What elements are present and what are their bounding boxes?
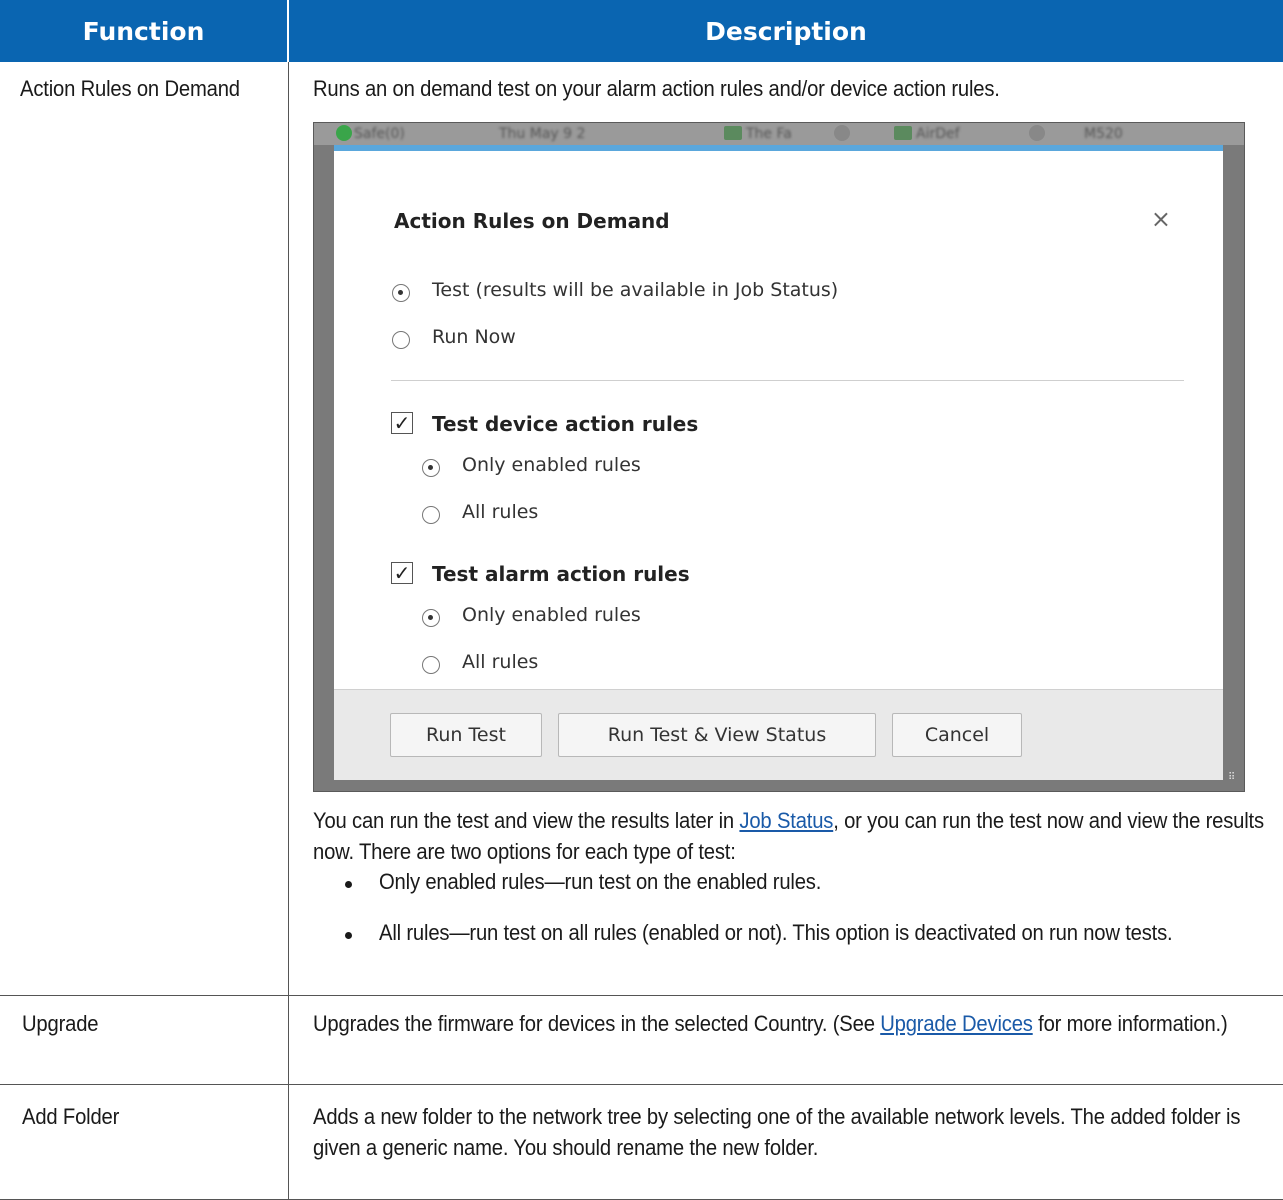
row-function-upgrade: Upgrade [22, 1011, 99, 1036]
run-test-button[interactable]: Run Test [390, 713, 542, 757]
radio-run-now[interactable] [392, 331, 410, 349]
option-test-mode-label: Test (results will be available in Job S… [432, 279, 839, 301]
radio-alarm-all[interactable] [422, 656, 440, 674]
row-divider [0, 995, 1283, 996]
bg-item: The Fa [746, 126, 792, 142]
divider [391, 380, 1184, 381]
circle-icon [834, 125, 850, 141]
row-description-paragraph: You can run the test and view the result… [313, 805, 1270, 867]
option-run-now-label: Run Now [432, 326, 516, 348]
map-icon [894, 126, 912, 140]
checkbox-device-rules[interactable]: ✓ [391, 412, 413, 434]
alarm-all-label: All rules [462, 651, 539, 673]
status-dot-icon [336, 125, 352, 141]
radio-test-mode[interactable] [392, 284, 410, 302]
checkbox-alarm-rules[interactable]: ✓ [391, 562, 413, 584]
upgrade-text: for more information.) [1032, 1011, 1228, 1036]
device-enabled-label: Only enabled rules [462, 454, 641, 476]
bg-item: AirDef [916, 126, 960, 142]
row-description-upgrade: Upgrades the firmware for devices in the… [313, 1008, 1270, 1039]
upgrade-text: Upgrades the firmware for devices in the… [313, 1011, 881, 1036]
resize-grip-icon[interactable]: ⠿ [1228, 773, 1240, 787]
alarm-enabled-label: Only enabled rules [462, 604, 641, 626]
map-icon [724, 126, 742, 140]
bullet-icon [345, 881, 352, 888]
radio-device-enabled[interactable] [422, 459, 440, 477]
bg-item: Thu May 9 2 [499, 126, 586, 142]
radio-alarm-enabled[interactable] [422, 609, 440, 627]
upgrade-devices-link[interactable]: Upgrade Devices [880, 1011, 1033, 1036]
row-divider [0, 1084, 1283, 1085]
job-status-link[interactable]: Job Status [739, 808, 833, 833]
row-description-add-folder: Adds a new folder to the network tree by… [313, 1104, 1241, 1160]
row-description-intro: Runs an on demand test on your alarm act… [313, 76, 1000, 101]
device-rules-label: Test device action rules [432, 412, 699, 436]
close-icon[interactable]: × [1151, 205, 1171, 233]
dialog-title: Action Rules on Demand [394, 209, 670, 233]
header-function: Function [0, 0, 287, 62]
device-all-label: All rules [462, 501, 539, 523]
row-function-action-rules: Action Rules on Demand [20, 76, 240, 101]
dialog-screenshot: Safe(0) Thu May 9 2 The Fa AirDef M520 A… [313, 122, 1245, 792]
bullet-item: Only enabled rules—run test on the enabl… [379, 869, 822, 894]
para-text: You can run the test and view the result… [313, 808, 740, 833]
bg-item: Safe(0) [354, 126, 405, 142]
dialog-footer: Run Test Run Test & View Status Cancel [334, 689, 1223, 780]
run-test-view-status-button[interactable]: Run Test & View Status [558, 713, 876, 757]
action-rules-dialog: Action Rules on Demand × Test (results w… [334, 145, 1223, 780]
radio-device-all[interactable] [422, 506, 440, 524]
bullet-item: All rules—run test on all rules (enabled… [379, 920, 1173, 945]
row-function-add-folder: Add Folder [22, 1104, 120, 1129]
circle-icon [1029, 125, 1045, 141]
background-toolbar: Safe(0) Thu May 9 2 The Fa AirDef M520 [314, 123, 1244, 145]
bg-item: M520 [1084, 126, 1123, 142]
header-description: Description [289, 0, 1283, 62]
cancel-button[interactable]: Cancel [892, 713, 1022, 757]
alarm-rules-label: Test alarm action rules [432, 562, 690, 586]
column-divider [288, 62, 289, 1200]
bullet-icon [345, 932, 352, 939]
